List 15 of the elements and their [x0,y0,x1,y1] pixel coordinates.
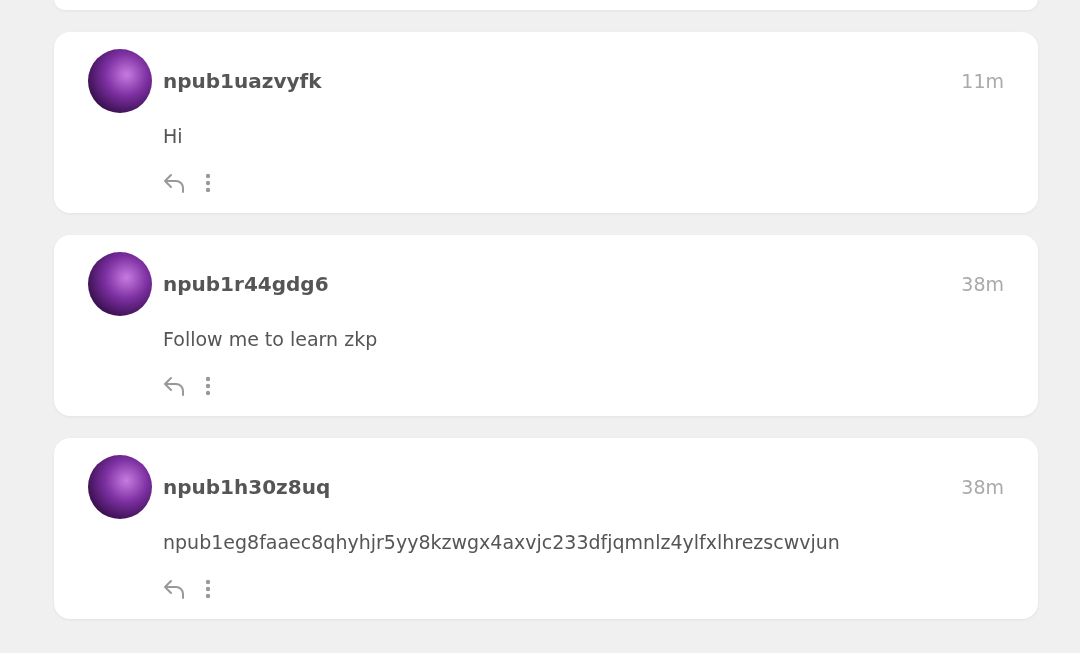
post-text: Hi [163,125,184,147]
more-icon[interactable] [205,173,211,193]
post-text: npub1eg8faaec8qhyhjr5yy8kzwgx4axvjc233dfjqmnlz4ylfxlhrezscwvjun [163,531,841,553]
more-icon[interactable] [205,579,211,599]
author-name[interactable]: npub1h30z8uq [163,475,951,499]
reply-icon[interactable] [163,376,185,396]
more-icon[interactable] [205,376,211,396]
post-time: 11m [961,70,1004,92]
reply-icon[interactable] [163,579,185,599]
post-text: Follow me to learn zkp [163,328,379,350]
post-time: 38m [961,476,1004,498]
author-name[interactable]: npub1r44gdg6 [163,272,951,296]
author-name[interactable]: npub1uazvyfk [163,69,951,93]
reply-icon[interactable] [163,173,185,193]
post-time: 38m [961,273,1004,295]
